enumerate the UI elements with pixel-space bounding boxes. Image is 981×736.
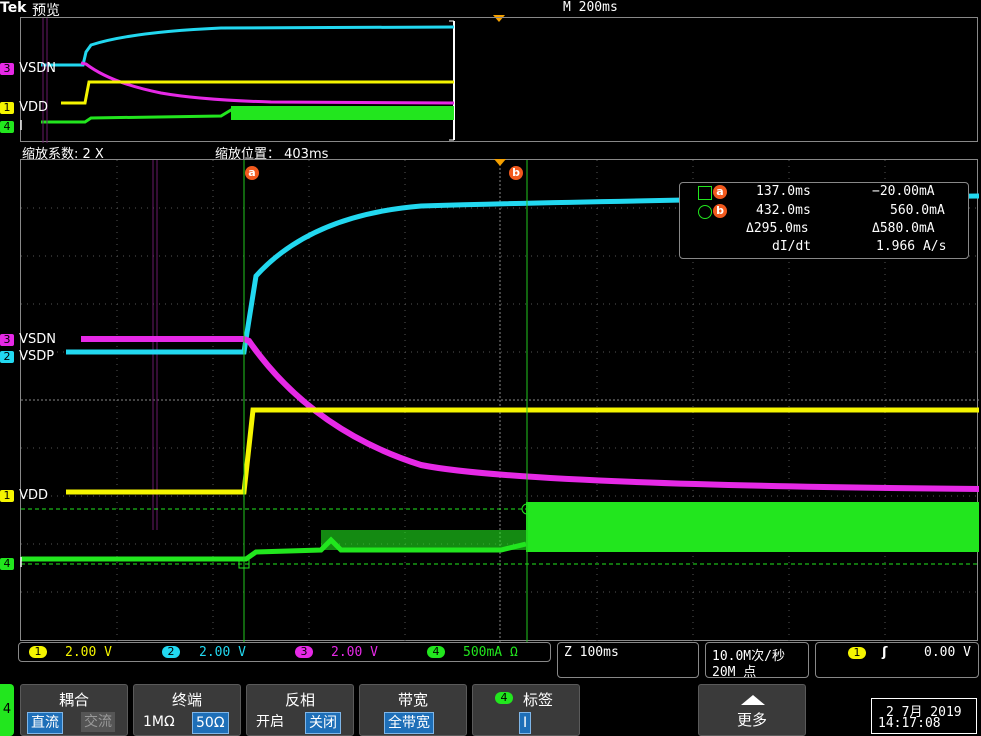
trigger-ch-badge: 1 <box>848 647 866 659</box>
more-softkey[interactable]: 更多 <box>698 684 806 736</box>
cursor-b-value: 560.0mA <box>890 203 945 218</box>
invert-softkey[interactable]: 反相 开启 关闭 <box>246 684 354 736</box>
didt-label: dI/dt <box>772 239 812 254</box>
invert-on-option[interactable]: 开启 <box>253 712 287 732</box>
coupling-ac-option[interactable]: 交流 <box>81 712 115 732</box>
invert-title: 反相 <box>284 691 315 709</box>
cursor-b-badge[interactable]: b <box>509 166 523 180</box>
horizontal-scale: Z 100ms <box>564 645 619 660</box>
zoom-ch2-label: VSDP <box>19 349 55 364</box>
cursor-b-time: 432.0ms <box>756 203 811 218</box>
scale-ch2: 2.00 V <box>199 645 246 660</box>
ch3-label: VSDN <box>19 61 56 76</box>
label-value[interactable]: I <box>519 712 532 734</box>
bandwidth-softkey[interactable]: 带宽 全带宽 <box>359 684 467 736</box>
ch1-badge: 1 <box>0 102 14 114</box>
coupling-dc-option[interactable]: 直流 <box>27 712 63 734</box>
scale-ch4-badge: 4 <box>427 646 445 658</box>
scale-ch3: 2.00 V <box>331 645 378 660</box>
readout-b-badge: b <box>713 204 727 218</box>
softkey-channel-indicator: 4 <box>0 684 14 736</box>
brand-logo: Tek <box>0 0 27 16</box>
label-ch-badge: 4 <box>495 692 513 704</box>
zoom-ch2-marker[interactable]: 2 VSDP <box>0 345 54 364</box>
zoom-ch4-label: I <box>19 556 23 571</box>
scale-ch4: 500mA Ω <box>463 645 518 660</box>
scale-ch1-badge: 1 <box>29 646 47 658</box>
termination-softkey[interactable]: 终端 1MΩ 50Ω <box>133 684 241 736</box>
readout-a-badge: a <box>713 185 727 199</box>
bandwidth-title: 带宽 <box>397 691 428 709</box>
zoom-ch1-badge: 1 <box>0 490 14 502</box>
trigger-slope-icon: ʃ <box>882 645 888 660</box>
scale-ch2-badge: 2 <box>162 646 180 658</box>
record-length: 20M 点 <box>712 665 757 680</box>
zoom-ch4-marker[interactable]: 4 I <box>0 552 23 571</box>
preview-ch3-marker[interactable]: 3 VSDN <box>0 57 56 76</box>
timebase-readout: M 200ms <box>563 0 618 15</box>
delta-value: Δ580.0mA <box>872 221 935 236</box>
bandwidth-full-option[interactable]: 全带宽 <box>384 712 434 734</box>
ch4-label: I <box>19 119 23 134</box>
preview-ch4-marker[interactable]: 4 I <box>0 115 23 134</box>
termination-1m-option[interactable]: 1MΩ <box>140 712 178 732</box>
sample-rate-box[interactable]: 10.0M次/秒 20M 点 <box>705 642 809 680</box>
preview-ch1-marker[interactable]: 1 VDD <box>0 96 48 115</box>
trigger-box[interactable]: 1 ʃ 0.00 V <box>815 642 979 678</box>
label-softkey[interactable]: 4 标签 I <box>472 684 580 736</box>
cursor-a-time: 137.0ms <box>756 184 811 199</box>
termination-title: 终端 <box>171 691 202 709</box>
zoom-ch1-marker[interactable]: 1 VDD <box>0 484 48 503</box>
scale-ch1: 2.00 V <box>65 645 112 660</box>
preview-waveforms <box>41 18 455 143</box>
time: 14:17:08 <box>878 716 941 731</box>
trigger-level: 0.00 V <box>924 645 971 660</box>
termination-50-option[interactable]: 50Ω <box>192 712 229 734</box>
ch3-badge: 3 <box>0 63 14 75</box>
zoom-trigger-icon <box>494 159 506 166</box>
channel-scale-bar[interactable]: 1 2.00 V 2 2.00 V 3 2.00 V 4 500mA Ω <box>18 642 551 662</box>
scale-ch3-badge: 3 <box>295 646 313 658</box>
zoom-ch2-badge: 2 <box>0 351 14 363</box>
square-icon <box>698 186 712 200</box>
coupling-softkey[interactable]: 耦合 直流 交流 <box>20 684 128 736</box>
label-title: 标签 <box>523 691 554 709</box>
delta-time: Δ295.0ms <box>746 221 809 236</box>
circle-icon <box>698 205 712 219</box>
zoom-ch1-label: VDD <box>19 488 49 503</box>
datetime-box: 2 7月 2019 14:17:08 <box>871 698 977 734</box>
triangle-up-icon <box>741 695 765 705</box>
horizontal-scale-box[interactable]: Z 100ms <box>557 642 699 678</box>
ch4-badge: 4 <box>0 121 14 133</box>
coupling-title: 耦合 <box>58 691 89 709</box>
preview-window <box>20 17 978 143</box>
cursor-a-badge[interactable]: a <box>245 166 259 180</box>
ch1-label: VDD <box>19 100 49 115</box>
cursor-a-value: −20.00mA <box>872 184 935 199</box>
invert-off-option[interactable]: 关闭 <box>305 712 341 734</box>
zoom-ch4-badge: 4 <box>0 558 14 570</box>
more-title: 更多 <box>736 711 767 729</box>
didt-value: 1.966 A/s <box>876 239 947 254</box>
cursor-readout-panel: a 137.0ms −20.00mA b 432.0ms 560.0mA Δ29… <box>679 182 969 259</box>
